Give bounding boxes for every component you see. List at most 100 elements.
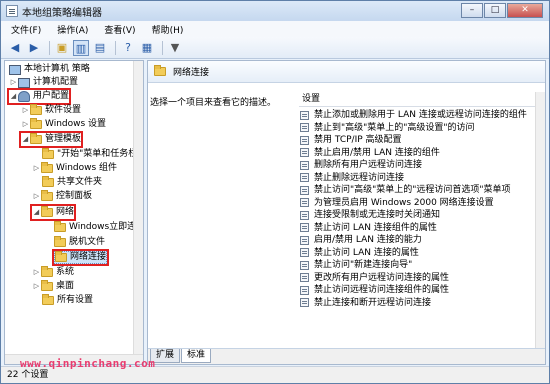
tree-start-menu[interactable]: "开始"菜单和任务栏 (42, 148, 137, 161)
tree-network[interactable]: ◢ 网络 (29, 204, 77, 221)
setting-row[interactable]: 连接受限制或无连接时关闭通知 (300, 209, 536, 221)
policy-setting-icon (300, 223, 309, 233)
expand-arrow-icon[interactable]: ▷ (21, 118, 30, 131)
filter-icon[interactable]: ▼ (167, 40, 183, 56)
menu-action[interactable]: 操作(A) (57, 23, 88, 36)
menu-help[interactable]: 帮助(H) (152, 23, 184, 36)
expand-arrow-icon[interactable]: ▷ (32, 266, 41, 279)
pane-title: 网络连接 (173, 68, 210, 78)
policy-setting-icon (300, 185, 309, 195)
user-icon (18, 91, 30, 102)
collapse-arrow-icon[interactable]: ◢ (21, 133, 30, 146)
setting-row[interactable]: 禁止访问 LAN 连接组件的属性 (300, 222, 536, 234)
tree-shared-folders[interactable]: 共享文件夹 (42, 176, 102, 189)
collapse-arrow-icon[interactable]: ◢ (9, 90, 18, 103)
up-folder-icon[interactable]: ▣ (54, 40, 70, 56)
computer-icon (18, 77, 30, 88)
policy-setting-icon (300, 248, 309, 258)
menu-file[interactable]: 文件(F) (11, 23, 41, 36)
expand-arrow-icon[interactable]: ▷ (32, 162, 41, 175)
tree-computer-config[interactable]: ▷ 计算机配置 (9, 76, 78, 89)
properties-icon[interactable]: ▦ (139, 40, 155, 56)
help-icon[interactable]: ? (120, 40, 136, 56)
view-tabs: 扩展 标准 (148, 348, 545, 364)
column-header-setting[interactable]: 设置 (299, 92, 537, 107)
expand-arrow-icon[interactable]: ▷ (32, 190, 41, 203)
setting-row[interactable]: 禁止到"高级"菜单上的"高级设置"的访问 (300, 122, 536, 134)
collapse-arrow-icon[interactable]: ◢ (32, 206, 41, 219)
details-pane: 网络连接 选择一个项目来查看它的描述。 设置 禁止添加或删除用于 LAN 连接或… (147, 60, 546, 365)
tree-control-panel[interactable]: ▷ 控制面板 (32, 190, 92, 203)
close-button[interactable]: ✕ (507, 3, 543, 18)
tree-windows-settings[interactable]: ▷ Windows 设置 (21, 118, 106, 131)
forward-arrow-icon[interactable]: ▶ (26, 40, 42, 56)
policy-setting-icon (300, 148, 309, 158)
list-vertical-scrollbar[interactable] (535, 92, 545, 350)
folder-icon (154, 65, 166, 76)
setting-row[interactable]: 禁止访问"高级"菜单上的"远程访问首选项"菜单项 (300, 184, 536, 196)
folder-icon (41, 190, 53, 201)
tab-standard[interactable]: 标准 (181, 349, 212, 363)
tree-windows-instant[interactable]: Windows立即连接 (54, 221, 143, 234)
menu-view[interactable]: 查看(V) (104, 23, 135, 36)
maximize-button[interactable]: □ (484, 3, 506, 18)
folder-icon (41, 206, 53, 217)
tree-root[interactable]: 本地计算机 策略 (9, 63, 90, 76)
tree-all-settings[interactable]: 所有设置 (42, 294, 93, 307)
setting-row[interactable]: 禁止启用/禁用 LAN 连接的组件 (300, 147, 536, 159)
folder-icon (30, 133, 42, 144)
toolbar: ◀ ▶ ▣ ▥ ▤ ? ▦ ▼ (1, 37, 549, 59)
folder-icon (42, 176, 54, 187)
policy-setting-icon (300, 198, 309, 208)
policy-setting-icon (300, 110, 309, 120)
setting-row[interactable]: 禁止访问 LAN 连接的属性 (300, 247, 536, 259)
setting-row[interactable]: 禁止删除远程访问连接 (300, 172, 536, 184)
policy-setting-icon (300, 235, 309, 245)
export-list-icon[interactable]: ▤ (92, 40, 108, 56)
watermark: www.qinpinchang.com (20, 357, 156, 370)
policy-setting-icon (300, 273, 309, 283)
window-title: 本地组策略编辑器 (22, 7, 102, 19)
folder-icon (41, 266, 53, 277)
tree-desktop[interactable]: ▷ 桌面 (32, 280, 74, 293)
folder-icon (41, 162, 53, 173)
back-arrow-icon[interactable]: ◀ (7, 40, 23, 56)
tree-admin-templates[interactable]: ◢ 管理模板 (18, 131, 84, 148)
expand-arrow-icon[interactable]: ▷ (32, 280, 41, 293)
folder-icon (42, 148, 54, 159)
policy-setting-icon (300, 298, 309, 308)
expand-arrow-icon[interactable]: ▷ (21, 104, 30, 117)
setting-row[interactable]: 禁止访问远程访问连接组件的属性 (300, 284, 536, 296)
folder-icon (42, 294, 54, 305)
policy-setting-icon (300, 135, 309, 145)
tree-user-config[interactable]: ◢ 用户配置 (6, 88, 72, 105)
tree-windows-components[interactable]: ▷ Windows 组件 (32, 162, 117, 175)
pane-header: 网络连接 (148, 61, 545, 83)
minimize-button[interactable]: – (461, 3, 483, 18)
folder-icon (54, 221, 66, 232)
tree-system[interactable]: ▷ 系统 (32, 266, 74, 279)
folder-icon (54, 236, 66, 247)
tree-offline-files[interactable]: 脱机文件 (54, 236, 105, 249)
show-tree-icon[interactable]: ▥ (73, 39, 89, 56)
setting-row[interactable]: 启用/禁用 LAN 连接的能力 (300, 234, 536, 246)
policy-setting-icon (300, 210, 309, 220)
expand-arrow-icon[interactable]: ▷ (9, 76, 18, 89)
setting-row[interactable]: 禁止连接和断开远程访问连接 (300, 297, 536, 309)
setting-row[interactable]: 为管理员启用 Windows 2000 网络连接设置 (300, 197, 536, 209)
policy-setting-icon (300, 160, 309, 170)
menu-bar: 文件(F) 操作(A) 查看(V) 帮助(H) (1, 21, 549, 37)
setting-row[interactable]: 更改所有用户远程访问连接的属性 (300, 272, 536, 284)
setting-row[interactable]: 禁止访问"新建连接向导" (300, 259, 536, 271)
policy-setting-icon (300, 123, 309, 133)
description-text: 选择一个项目来查看它的描述。 (150, 98, 277, 108)
tree-software-settings[interactable]: ▷ 软件设置 (21, 104, 81, 117)
policy-setting-icon (300, 173, 309, 183)
folder-icon (41, 280, 53, 291)
policy-setting-icon (300, 260, 309, 270)
setting-row[interactable]: 禁用 TCP/IP 高级配置 (300, 134, 536, 146)
setting-row[interactable]: 删除所有用户远程访问连接 (300, 159, 536, 171)
tree-network-connections[interactable]: 网络连接 (51, 249, 110, 266)
setting-row[interactable]: 禁止添加或删除用于 LAN 连接或远程访问连接的组件 (300, 109, 536, 121)
tree-vertical-scrollbar[interactable] (133, 61, 143, 364)
